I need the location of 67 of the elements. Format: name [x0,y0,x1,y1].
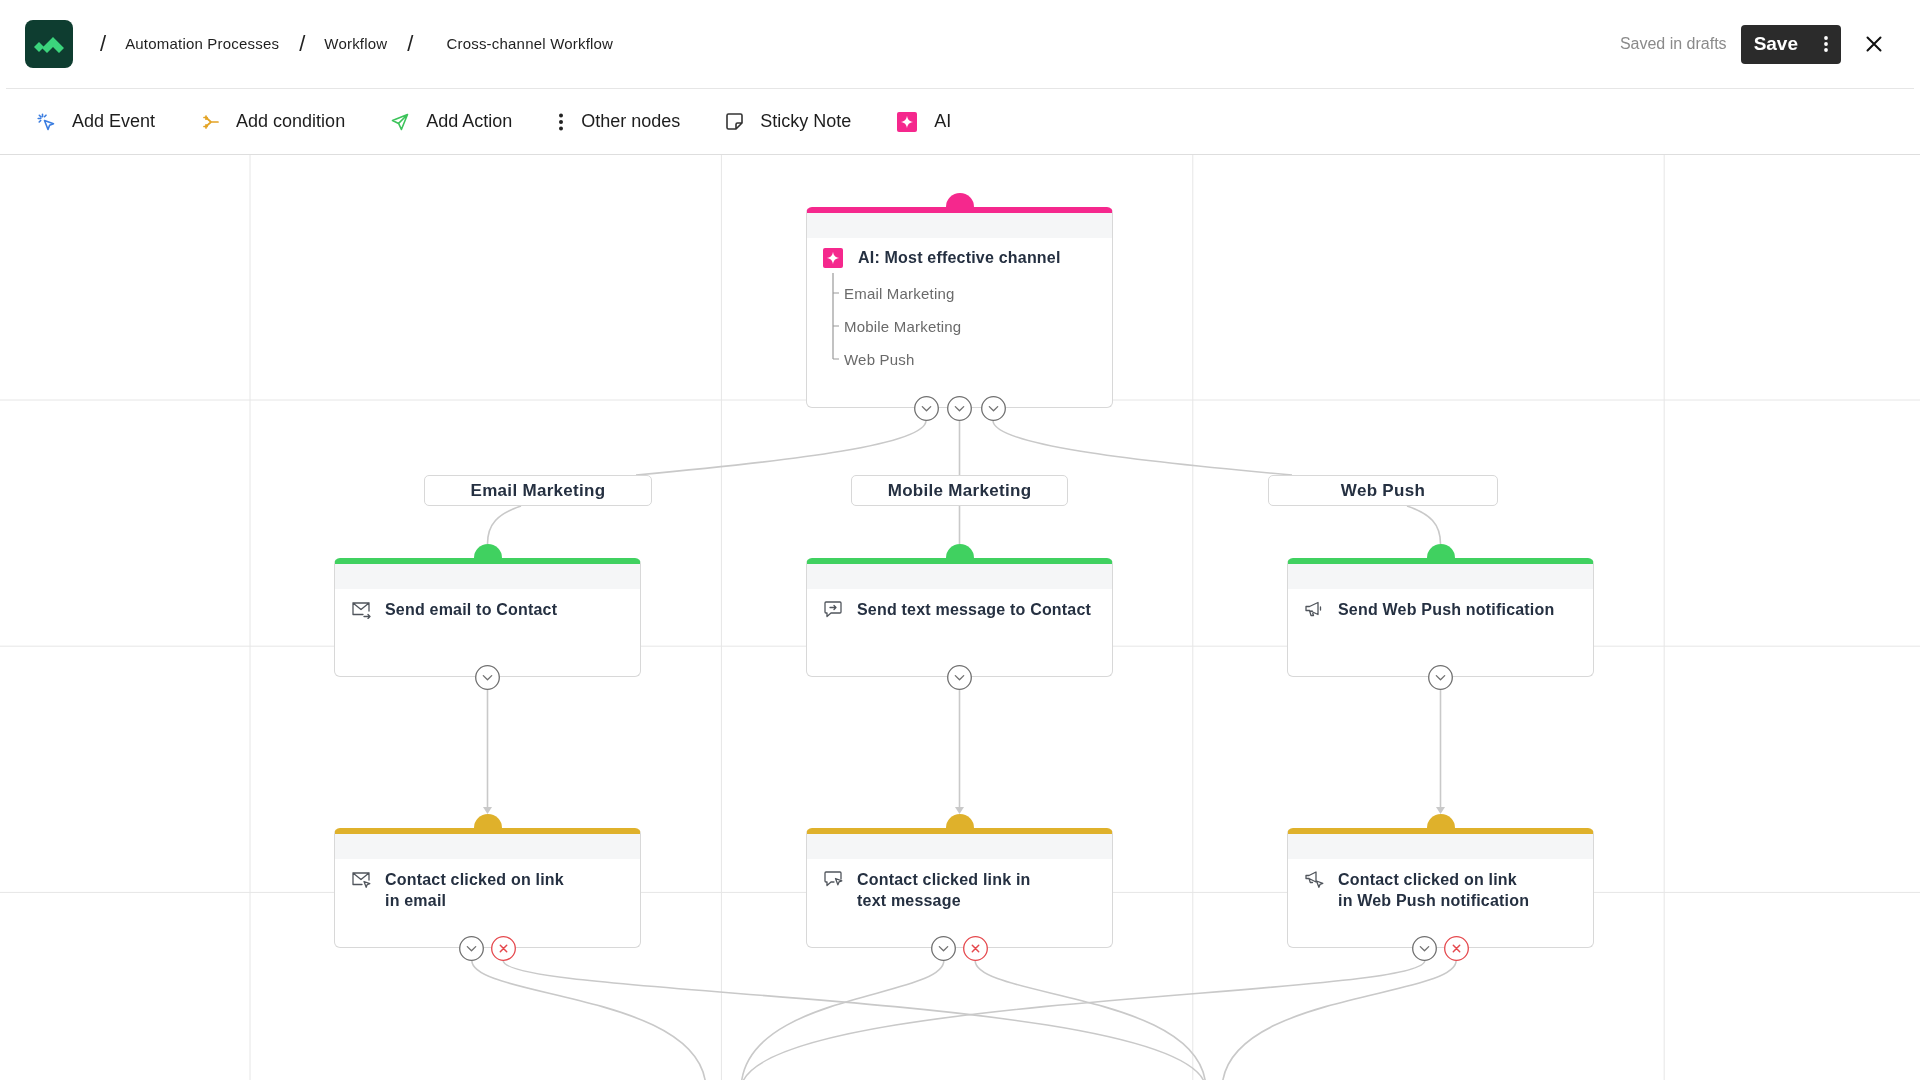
ai-option: Mobile Marketing [844,309,962,343]
chevron-circle-icon[interactable] [947,395,972,421]
toolbar-button[interactable]: Other nodes [558,111,681,132]
connector-line [958,419,961,476]
connector-line [486,505,522,545]
paper-plane-icon [391,112,410,131]
cursor-click-icon [37,112,55,131]
sticky-note-icon [726,113,744,130]
node-title: Contact clicked on link in Web Push notification [1338,870,1530,911]
breadcrumb-separator: / [100,32,107,56]
chevron-circle-icon[interactable] [1428,664,1453,690]
save-button[interactable]: Save [1740,24,1810,64]
handle-icon[interactable] [1426,814,1455,828]
close-icon [1866,36,1882,52]
chat-arrow-icon [823,599,843,619]
node-card[interactable]: Contact clicked link in text message [806,828,1113,948]
node-title: Contact clicked link in text message [857,870,1031,911]
breadcrumb-separator: / [299,32,306,56]
sparkle-icon [897,111,918,132]
ai-node-card[interactable]: AI: Most effective channel Email Marketing Mobile Marketing Web Push [806,207,1113,408]
ai-option: Email Marketing [844,276,955,310]
handle-icon[interactable] [473,544,502,558]
more-vertical-icon [1823,36,1828,52]
node-title: AI: Most effective channel [858,248,1061,268]
node-title: Send text message to Contact [857,600,1092,620]
node-card[interactable]: Send text message to Contact [806,558,1113,677]
node-card[interactable]: Contact clicked on link in email [334,828,641,948]
envelope-cursor-icon [351,869,371,889]
handle-icon[interactable] [945,193,974,207]
node-title: Contact clicked on link in email [385,870,564,911]
toolbar-button[interactable]: AI [897,111,952,132]
toolbar-button[interactable]: Sticky Note [726,111,852,132]
megaphone-icon [1304,599,1324,619]
branch-label: Web Push [1268,475,1498,506]
connector-line [958,505,961,545]
envelope-arrow-icon [351,599,371,619]
chat-cursor-icon [823,869,843,889]
tree-lines-icon [832,273,840,360]
node-card[interactable]: Send Web Push notification [1287,558,1594,677]
handle-icon[interactable] [945,814,974,828]
chevron-circle-icon[interactable] [947,664,972,690]
workflow-title: Cross-channel Workflow [446,34,614,54]
node-card[interactable]: Contact clicked on link in Web Push notification [1287,828,1594,948]
handle-icon[interactable] [473,814,502,828]
breadcrumb-link[interactable]: Workflow [324,34,388,54]
breadcrumb-separator: / [407,32,414,56]
breadcrumb-link[interactable]: Automation Processes [125,34,280,54]
node-card[interactable]: Send email to Contact [334,558,641,677]
connector-line [1406,505,1442,545]
logo-icon[interactable] [25,20,73,68]
handle-icon[interactable] [1426,544,1455,558]
chevron-circle-icon[interactable] [475,664,500,690]
toolbar-button[interactable]: Add Event [37,111,156,132]
toolbar-button[interactable]: Add Action [391,111,513,132]
megaphone-cursor-icon [1304,869,1324,889]
split-arrow-icon [201,112,220,131]
sparkle-icon [823,248,843,268]
node-title: Send email to Contact [385,600,558,620]
save-status: Saved in drafts [1619,35,1727,53]
more-vertical-icon [558,112,565,131]
toolbar-button[interactable]: Add condition [201,111,346,132]
branch-label: Mobile Marketing [851,475,1068,506]
node-title: Send Web Push notification [1338,600,1555,620]
save-options-button[interactable] [1810,24,1841,64]
handle-icon[interactable] [945,544,974,558]
ai-option: Web Push [844,342,915,376]
branch-label: Email Marketing [424,475,652,506]
